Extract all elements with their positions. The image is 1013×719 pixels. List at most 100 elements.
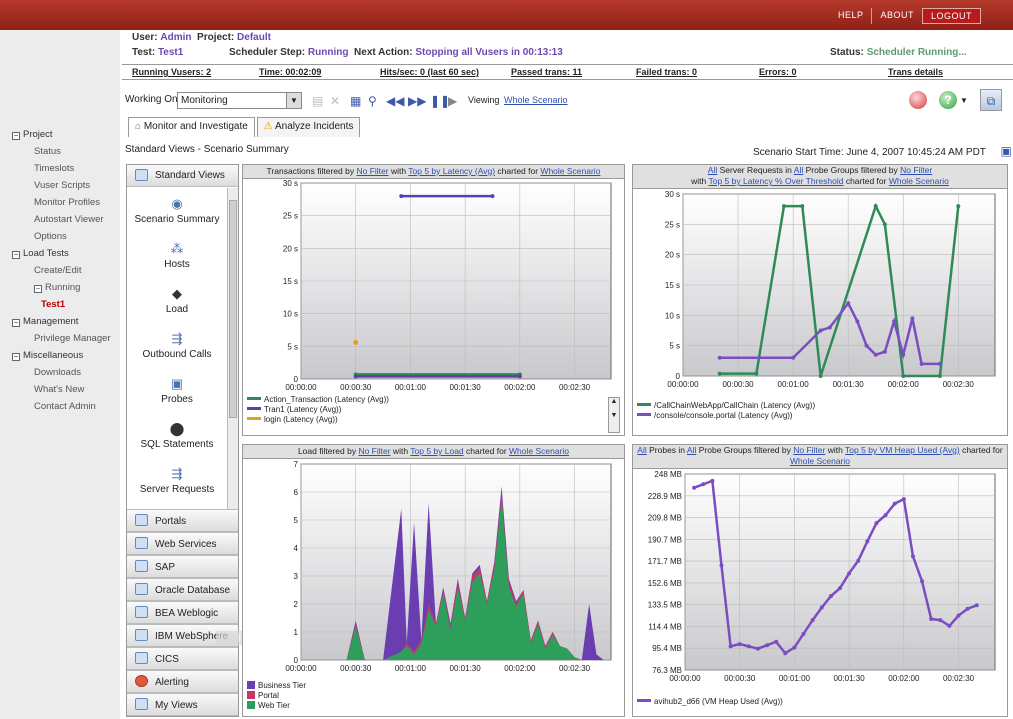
- nav-item-options[interactable]: Options: [0, 228, 120, 245]
- elapsed-time-link[interactable]: Time: 00:02:09: [259, 67, 321, 77]
- collapse-icon[interactable]: −: [12, 319, 20, 327]
- step-icon[interactable]: ▶▶: [408, 94, 426, 108]
- play-icon[interactable]: ▶: [448, 94, 457, 108]
- nav-item-management[interactable]: − Management: [0, 313, 120, 330]
- collapse-icon[interactable]: −: [12, 132, 20, 140]
- nav-item-vuser-scripts[interactable]: Vuser Scripts: [0, 177, 120, 194]
- category-my-views[interactable]: My Views: [127, 693, 238, 716]
- server-requests-chart[interactable]: 05 s10 s15 s20 s25 s30 s00:00:00 00:00:30…: [633, 190, 1007, 402]
- nav-item-running[interactable]: − Running: [0, 279, 120, 296]
- collapse-icon[interactable]: −: [12, 251, 20, 259]
- nav-item-create-edit[interactable]: Create/Edit: [0, 262, 120, 279]
- scope-link[interactable]: Whole Scenario: [790, 456, 850, 466]
- nav-item-timeslots[interactable]: Timeslots: [0, 160, 120, 177]
- logout-button[interactable]: LOGOUT: [921, 8, 981, 24]
- view-label: Server Requests: [139, 484, 215, 495]
- view-probes[interactable]: ▣ Probes: [127, 376, 227, 405]
- nav-item-downloads[interactable]: Downloads: [0, 364, 120, 381]
- chevron-down-icon[interactable]: ▼: [286, 93, 301, 108]
- nav-item-what-s-new[interactable]: What's New: [0, 381, 120, 398]
- all-groups-link[interactable]: All: [687, 445, 696, 455]
- x-tick-label: 00:01:00: [395, 383, 427, 392]
- data-point: [892, 319, 897, 324]
- my-views-icon: [135, 698, 148, 710]
- category-web-services[interactable]: Web Services: [127, 532, 238, 555]
- project-label: Project:: [197, 32, 235, 43]
- scope-link[interactable]: Whole Scenario: [509, 446, 569, 456]
- scope-link[interactable]: Whole Scenario: [540, 166, 600, 176]
- category-sap[interactable]: SAP: [127, 555, 238, 578]
- category-alerting[interactable]: Alerting: [127, 670, 238, 693]
- scrollbar-thumb[interactable]: [229, 200, 237, 418]
- nav-item-load-tests[interactable]: − Load Tests: [0, 245, 120, 262]
- category-cics[interactable]: CICS: [127, 647, 238, 670]
- data-point: [828, 594, 833, 599]
- scope-link[interactable]: Whole Scenario: [889, 176, 949, 186]
- vm-heap-chart[interactable]: 76.3 MB95.4 MB114.4 MB133.5 MB152.6 MB17…: [633, 470, 1007, 692]
- category-bea-weblogic[interactable]: BEA Weblogic: [127, 601, 238, 624]
- title-text: charted for: [959, 445, 1003, 455]
- legend-scroll[interactable]: ▲ ▼: [608, 397, 620, 433]
- network-icon[interactable]: ⧉: [980, 89, 1002, 111]
- delete-icon[interactable]: ✕: [330, 94, 340, 108]
- help-icon[interactable]: ?: [939, 91, 957, 109]
- errors-link[interactable]: Errors: 0: [759, 67, 797, 77]
- collapse-icon[interactable]: −: [34, 285, 42, 293]
- view-outbound-calls[interactable]: ⇶ Outbound Calls: [127, 331, 227, 360]
- nav-item-contact-admin[interactable]: Contact Admin: [0, 398, 120, 415]
- filter-link[interactable]: No Filter: [793, 445, 825, 455]
- view-load[interactable]: ◆ Load: [127, 286, 227, 315]
- alert-icon[interactable]: [909, 91, 927, 109]
- all-link[interactable]: All: [637, 445, 646, 455]
- top-link[interactable]: Top 5 by Latency (Avg): [408, 166, 495, 176]
- top-link[interactable]: Top 5 by Load: [410, 446, 463, 456]
- standard-views-button[interactable]: Standard Views: [127, 165, 238, 187]
- view-server-requests[interactable]: ⇶ Server Requests: [127, 466, 227, 495]
- nav-item-test1[interactable]: Test1: [0, 296, 120, 313]
- nav-item-status[interactable]: Status: [0, 143, 120, 160]
- all-groups-link[interactable]: All: [794, 165, 803, 175]
- nav-item-project[interactable]: − Project: [0, 126, 120, 143]
- filter-link[interactable]: No Filter: [358, 446, 390, 456]
- running-vusers-link[interactable]: Running Vusers: 2: [132, 67, 211, 77]
- top-link[interactable]: Top 5 by VM Heap Used (Avg): [845, 445, 960, 455]
- load-chart[interactable]: 0123456700:00:00 00:00:30 00:01:00 00:01:30…: [243, 460, 624, 688]
- view-sql-statements[interactable]: ⬤ SQL Statements: [127, 421, 227, 450]
- hits-per-sec-link[interactable]: Hits/sec: 0 (last 60 sec): [380, 67, 479, 77]
- filter-link[interactable]: No Filter: [900, 165, 932, 175]
- failed-trans-link[interactable]: Failed trans: 0: [636, 67, 697, 77]
- about-link[interactable]: ABOUT: [871, 8, 922, 24]
- nav-item-autostart-viewer[interactable]: Autostart Viewer: [0, 211, 120, 228]
- view-scenario-summary[interactable]: ◉ Scenario Summary: [127, 196, 227, 225]
- help-link[interactable]: HELP: [830, 8, 872, 24]
- nav-item-privilege-manager[interactable]: Privilege Manager: [0, 330, 120, 347]
- help-dropdown-icon[interactable]: ▼: [960, 96, 968, 105]
- view-hosts[interactable]: ⁂ Hosts: [127, 241, 227, 270]
- category-oracle-database[interactable]: Oracle Database: [127, 578, 238, 601]
- transactions-chart[interactable]: 05 s10 s15 s20 s25 s30 s00:00:00 00:00:30…: [243, 180, 624, 410]
- viewing-label: Viewing: [468, 95, 500, 105]
- tab-monitor-investigate[interactable]: ⌂ Monitor and Investigate: [128, 117, 255, 137]
- data-point: [746, 644, 751, 649]
- data-point: [974, 603, 979, 608]
- grid-icon[interactable]: ▦: [350, 94, 361, 108]
- views-scrollbar[interactable]: [227, 188, 238, 509]
- trans-details-link[interactable]: Trans details: [888, 67, 943, 77]
- save-icon[interactable]: ▣: [1001, 144, 1012, 158]
- comment-icon[interactable]: ▤: [312, 94, 323, 108]
- legend-swatch: [637, 413, 651, 416]
- top-link[interactable]: Top 5 by Latency % Over Threshold: [708, 176, 843, 186]
- nav-item-miscellaneous[interactable]: − Miscellaneous: [0, 347, 120, 364]
- working-on-select[interactable]: Monitoring ▼: [177, 92, 302, 109]
- category-portals[interactable]: Portals: [127, 509, 238, 532]
- rewind-icon[interactable]: ◀◀: [386, 94, 404, 108]
- nav-item-monitor-profiles[interactable]: Monitor Profiles: [0, 194, 120, 211]
- collapse-icon[interactable]: −: [12, 353, 20, 361]
- tab-analyze-incidents[interactable]: ⚠ Analyze Incidents: [256, 117, 361, 137]
- passed-trans-link[interactable]: Passed trans: 11: [511, 67, 582, 77]
- data-point: [901, 497, 906, 502]
- magnifier-icon[interactable]: ⚲: [368, 94, 377, 108]
- viewing-link[interactable]: Whole Scenario: [504, 95, 568, 105]
- filter-link[interactable]: No Filter: [356, 166, 388, 176]
- all-link[interactable]: All: [708, 165, 717, 175]
